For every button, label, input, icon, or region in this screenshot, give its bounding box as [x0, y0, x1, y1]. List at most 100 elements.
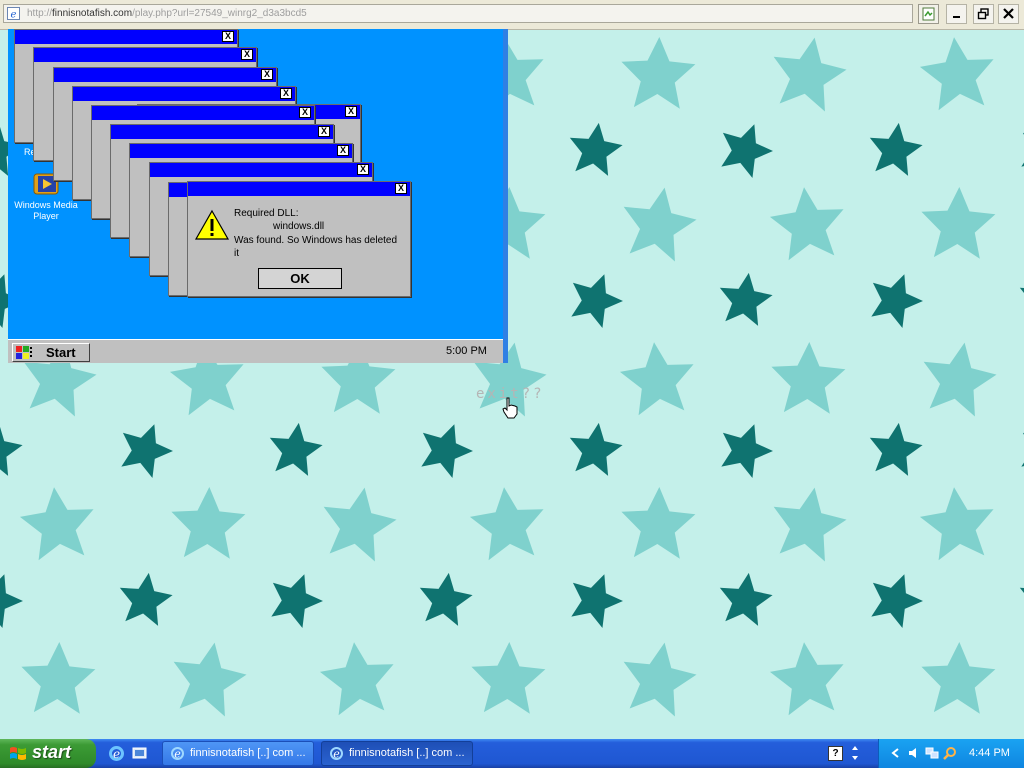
task-button-label: finnisnotafish [..] com ...: [349, 747, 465, 759]
star-shape: [411, 415, 480, 482]
tray-arrow-icon[interactable]: [889, 746, 903, 760]
dialog-close-button[interactable]: X: [337, 145, 349, 156]
windows-flag-icon: [10, 747, 26, 760]
star-shape: [0, 565, 30, 632]
scene-edge: [503, 29, 508, 363]
star-shape: [917, 33, 999, 112]
ok-button[interactable]: OK: [258, 268, 342, 289]
star-shape: [115, 569, 176, 628]
dialog-message-dll: windows.dll: [273, 221, 325, 232]
star-shape: [169, 485, 247, 560]
dialog-close-button[interactable]: X: [241, 49, 253, 60]
star-shape: [317, 638, 399, 717]
task-button-label: finnisnotafish [..] com ...: [190, 747, 306, 759]
dialog-close-button[interactable]: X: [345, 106, 357, 117]
star-shape: [619, 485, 697, 560]
start-label: start: [32, 742, 72, 762]
network-icon[interactable]: [925, 746, 939, 760]
desktop-icon-label: Windows Media Player: [14, 200, 78, 221]
dialog-message-line1: Required DLL:: [234, 208, 299, 219]
star-shape: [1011, 115, 1024, 182]
star-shape: [17, 483, 99, 562]
star-shape: [467, 483, 549, 562]
url-path: /play.php?url=27549_winrg2_d3a3bcd5: [132, 8, 307, 19]
start-button[interactable]: start: [0, 739, 96, 768]
show-desktop-icon[interactable]: [131, 745, 148, 762]
star-shape: [615, 181, 702, 264]
star-shape: [561, 265, 630, 332]
svg-text:e: e: [113, 747, 120, 761]
page-info-button[interactable]: [918, 4, 939, 24]
dialog-close-button[interactable]: X: [280, 88, 292, 99]
url-host: finnisnotafish.com: [52, 8, 133, 19]
fake-taskbar: Start 5:00 PM: [8, 339, 508, 363]
page-info-icon: [922, 7, 935, 21]
star-shape: [261, 565, 330, 632]
close-button[interactable]: [998, 4, 1019, 24]
internet-explorer-icon[interactable]: e: [108, 745, 125, 762]
star-shape: [915, 336, 1002, 419]
warning-icon: [194, 209, 230, 240]
star-shape: [769, 340, 847, 415]
dialog-title-bar: X: [188, 182, 410, 196]
speaker-icon[interactable]: [907, 746, 921, 760]
dialog-close-button[interactable]: X: [261, 69, 273, 80]
dialog-close-button[interactable]: X: [357, 164, 369, 175]
star-shape: [919, 185, 997, 260]
ie-page-icon: e: [7, 7, 20, 20]
address-field[interactable]: e http://finnisnotafish.com/play.php?url…: [3, 4, 913, 23]
star-shape: [1015, 269, 1024, 328]
restore-icon: [977, 8, 989, 20]
dialog-close-button[interactable]: X: [222, 31, 234, 42]
dialog-close-button[interactable]: X: [299, 107, 311, 118]
minimize-icon: [953, 16, 960, 18]
dialog-message-line4: it: [234, 248, 239, 259]
star-shape: [19, 640, 97, 715]
fake-start-label: Start: [46, 345, 76, 360]
svg-text:e: e: [174, 748, 181, 761]
fake-clock: 5:00 PM: [446, 345, 487, 357]
hand-cursor-icon: [502, 397, 518, 419]
star-shape: [711, 115, 780, 182]
task-button-popup[interactable]: e finnisnotafish [..] com ...: [162, 741, 314, 766]
star-shape: [615, 636, 702, 719]
star-shape: [0, 419, 26, 478]
star-shape: [111, 415, 180, 482]
star-shape: [265, 419, 326, 478]
ie-page-icon: e: [171, 747, 184, 761]
system-clock: 4:44 PM: [969, 747, 1010, 759]
star-shape: [765, 31, 852, 114]
close-icon: [1003, 8, 1014, 19]
help-icon[interactable]: ?: [828, 746, 843, 761]
star-shape: [715, 569, 776, 628]
star-shape: [865, 419, 926, 478]
star-shape: [315, 481, 402, 564]
dialog-close-button[interactable]: X: [395, 183, 407, 194]
star-shape: [865, 119, 926, 178]
xp-taskbar: start e e finnisnotafish [..] com ... e …: [0, 739, 1024, 768]
search-icon[interactable]: [943, 746, 957, 760]
star-shape: [919, 640, 997, 715]
svg-text:e: e: [11, 10, 17, 21]
star-shape: [415, 569, 476, 628]
star-shape: [565, 119, 626, 178]
restore-button[interactable]: [973, 4, 994, 24]
fake-windows-desktop: Recycle Windows Media Player X X X X X X…: [8, 29, 508, 363]
address-url: http://finnisnotafish.com/play.php?url=2…: [27, 8, 307, 19]
star-shape: [1015, 569, 1024, 628]
system-tray: 4:44 PM: [878, 739, 1024, 768]
fake-start-button[interactable]: Start: [12, 343, 90, 362]
task-button-main[interactable]: e finnisnotafish [..] com ...: [321, 741, 473, 766]
star-shape: [619, 35, 697, 110]
dialog-close-button[interactable]: X: [318, 126, 330, 137]
star-shape: [617, 338, 699, 417]
star-shape: [767, 183, 849, 262]
error-dialog: X Required DLL: windows.dll Was found. S…: [187, 181, 411, 297]
star-shape: [861, 565, 930, 632]
star-shape: [917, 483, 999, 562]
language-bar-icon[interactable]: [849, 745, 861, 761]
minimize-button[interactable]: [946, 4, 967, 24]
star-shape: [1011, 415, 1024, 482]
star-shape: [711, 415, 780, 482]
url-prefix: http://: [27, 8, 53, 19]
